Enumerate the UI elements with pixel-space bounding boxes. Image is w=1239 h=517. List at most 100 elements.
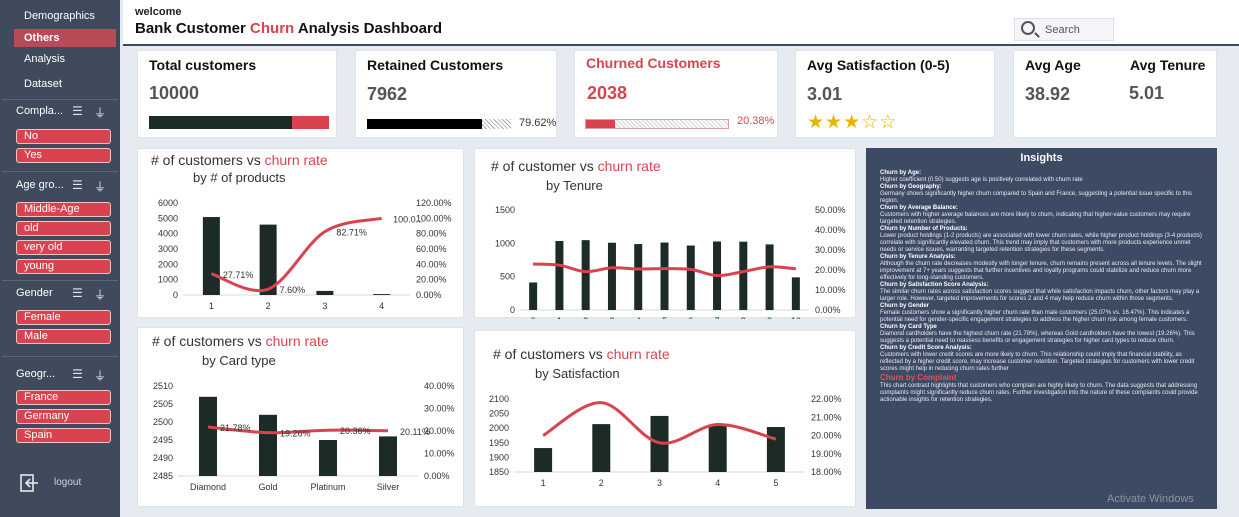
y-tick-label: 500 xyxy=(500,272,515,282)
star-rating: ★★★☆☆ xyxy=(807,111,897,134)
insight-heading: Churn by Card Type xyxy=(880,324,937,330)
multi-select-icon[interactable]: ☰ xyxy=(72,367,83,381)
chart-tenure-card: # of customer vs churn rate by Tenure 15… xyxy=(474,148,856,319)
clear-filter-icon[interactable]: ⏚ xyxy=(94,367,106,384)
kpi-total-customers: Total customers 10000 xyxy=(137,50,337,138)
y-tick-label: 1000 xyxy=(158,275,178,285)
logout-button[interactable]: logout xyxy=(18,472,81,497)
bar xyxy=(708,425,727,472)
multi-select-icon[interactable]: ☰ xyxy=(72,178,83,192)
x-tick-label: 4 xyxy=(715,478,720,488)
nav-demographics[interactable]: Demographics xyxy=(14,7,116,25)
nav-analysis[interactable]: Analysis xyxy=(14,50,116,68)
y2-tick-label: 20.00% xyxy=(811,431,842,441)
clear-filter-icon[interactable]: ⏚ xyxy=(94,104,106,121)
multi-select-icon[interactable]: ☰ xyxy=(72,104,83,118)
data-label: 27.71% xyxy=(223,270,254,280)
y2-tick-label: 0.00% xyxy=(424,471,450,481)
y-tick-label: 3000 xyxy=(158,244,178,254)
header: welcome Bank Customer Churn Analysis Das… xyxy=(123,0,1239,46)
x-tick-label: 4 xyxy=(636,316,641,319)
y2-tick-label: 20.00% xyxy=(416,275,447,285)
kpi-tenure-label: Avg Tenure xyxy=(1130,57,1206,73)
slicer-item-very-old[interactable]: very old xyxy=(16,240,111,255)
slicer-item-young[interactable]: young xyxy=(16,259,111,274)
data-label: 21.78% xyxy=(220,423,251,433)
y2-tick-label: 19.00% xyxy=(811,449,842,459)
retained-bar-track xyxy=(367,119,511,129)
slicer-item-spain[interactable]: Spain xyxy=(16,428,111,443)
x-tick-label: 5 xyxy=(662,316,667,319)
slicer-item-old[interactable]: old xyxy=(16,221,111,236)
insights-title: Insights xyxy=(1020,152,1063,164)
churned-bar-track xyxy=(585,119,729,129)
bar xyxy=(765,244,774,310)
kpi-churned-customers: Churned Customers 2038 20.38% xyxy=(574,50,778,138)
logout-label: logout xyxy=(54,477,82,488)
insight-text: Although the churn rate decreases modest… xyxy=(880,261,1202,281)
clear-filter-icon[interactable]: ⏚ xyxy=(94,178,106,195)
search-placeholder: Search xyxy=(1045,24,1080,36)
y-tick-label: 1500 xyxy=(495,205,515,215)
kpi-tenure-value: 5.01 xyxy=(1129,83,1165,103)
bar xyxy=(199,396,217,476)
insight-heading: Churn by Age: xyxy=(880,170,922,176)
slicer-item-middle-age[interactable]: Middle-Age xyxy=(16,202,111,217)
chart-satisfaction-card: # of customers vs churn rate by Satisfac… xyxy=(474,330,856,507)
clear-filter-icon[interactable]: ⏚ xyxy=(94,286,106,303)
y2-tick-label: 40.00% xyxy=(815,225,846,235)
title-highlight: Churn xyxy=(250,20,295,37)
y-tick-label: 2050 xyxy=(489,409,509,419)
y-tick-label: 2505 xyxy=(153,399,173,409)
bar xyxy=(592,424,611,472)
y2-tick-label: 10.00% xyxy=(424,449,455,459)
y2-tick-label: 40.00% xyxy=(424,381,455,391)
data-label: 7.60% xyxy=(280,285,306,295)
kpi-value: 7962 xyxy=(367,84,408,104)
bar xyxy=(686,245,695,310)
insight-heading: Churn by Number of Products: xyxy=(880,226,968,232)
insight-text: Lower product holdings (1-2 products) ar… xyxy=(880,233,1202,253)
bar xyxy=(739,241,748,310)
slicer-item-male[interactable]: Male xyxy=(16,329,111,344)
kpi-value: 2038 xyxy=(587,83,628,103)
bar xyxy=(766,427,785,472)
y-tick-label: 6000 xyxy=(158,198,178,208)
divider xyxy=(2,171,118,172)
y-tick-label: 1850 xyxy=(489,467,509,477)
slicer-item-france[interactable]: France xyxy=(16,390,111,405)
x-tick-label: 2 xyxy=(583,316,588,319)
chart-products-card: # of customers vs churn rate by # of pro… xyxy=(137,148,464,318)
churned-pct: 20.38% xyxy=(737,115,775,127)
x-tick-label: Diamond xyxy=(190,482,226,492)
insight-heading: Churn by Gender xyxy=(880,303,930,309)
data-label: 20.36% xyxy=(340,426,371,436)
bar xyxy=(555,241,564,310)
nav-others[interactable]: Others xyxy=(14,29,116,47)
slicer-label: Compla... xyxy=(16,105,64,117)
y-tick-label: 5000 xyxy=(158,213,178,223)
data-label: 19.26% xyxy=(280,429,311,439)
bar xyxy=(316,290,334,295)
nav-dataset[interactable]: Dataset xyxy=(14,75,116,93)
bar xyxy=(607,242,616,310)
y2-tick-label: 50.00% xyxy=(815,205,846,215)
insight-text: Customers with lower credit scores are m… xyxy=(880,352,1195,372)
retained-bar-fill xyxy=(367,119,482,129)
slicer-item-yes[interactable]: Yes xyxy=(16,148,111,163)
slicer-item-germany[interactable]: Germany xyxy=(16,409,111,424)
page-title: Bank Customer Churn Analysis Dashboard xyxy=(135,20,442,37)
slicer-item-no[interactable]: No xyxy=(16,129,111,144)
bar xyxy=(259,414,277,476)
kpi-age-tenure: Avg Age 38.92 Avg Tenure 5.01 xyxy=(1013,50,1217,138)
x-tick-label: Silver xyxy=(377,482,400,492)
search-input[interactable]: Search xyxy=(1014,18,1114,41)
chart-card-type-card: # of customers vs churn rate by Card typ… xyxy=(137,327,464,507)
divider xyxy=(2,99,118,100)
y2-tick-label: 20.00% xyxy=(815,265,846,275)
x-tick-label: 1 xyxy=(557,316,562,319)
y-tick-label: 4000 xyxy=(158,229,178,239)
multi-select-icon[interactable]: ☰ xyxy=(72,286,83,300)
star-filled-icon: ★ xyxy=(843,112,862,133)
slicer-item-female[interactable]: Female xyxy=(16,310,111,325)
